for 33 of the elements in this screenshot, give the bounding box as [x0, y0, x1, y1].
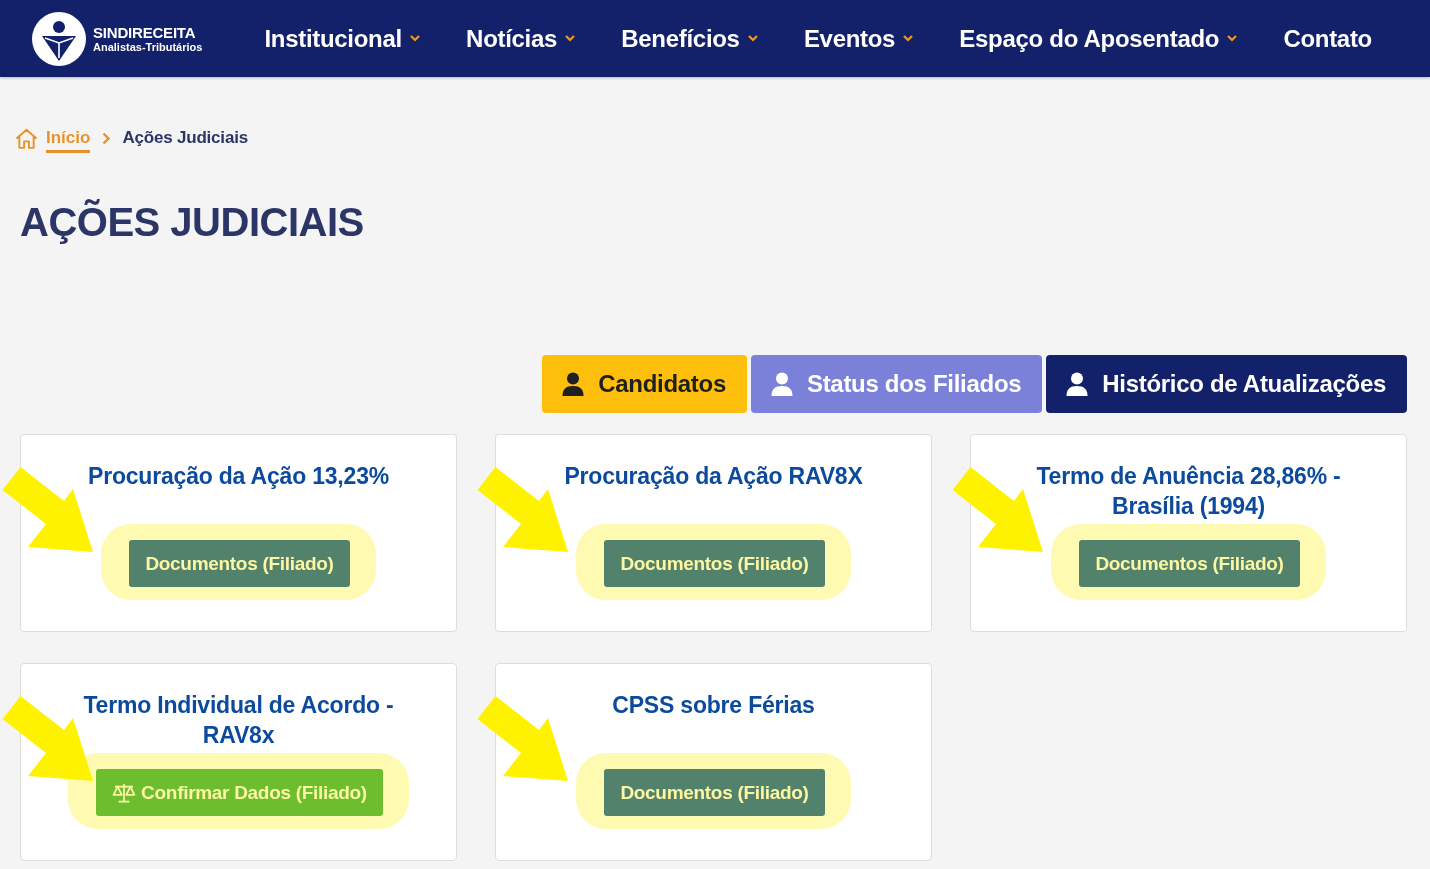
card-title: Procuração da Ação RAV8X — [564, 462, 863, 491]
chevron-right-icon — [102, 131, 111, 145]
breadcrumb-current: Ações Judiciais — [122, 128, 248, 148]
documents-button[interactable]: Documentos (Filiado) — [604, 540, 825, 587]
card-title: Procuração da Ação 13,23% — [88, 462, 389, 491]
card-title: Termo de Anuência 28,86% - Brasília (1994) — [1035, 462, 1342, 521]
nav-link[interactable]: Notícias — [466, 24, 576, 53]
nav-link[interactable]: Eventos — [803, 24, 914, 53]
scale-icon — [112, 782, 137, 803]
tab[interactable]: Status dos Filiados — [750, 355, 1043, 413]
nav-link[interactable]: Benefícios — [621, 24, 758, 53]
documents-button[interactable]: Documentos (Filiado) — [604, 769, 825, 816]
page-title: AÇÕES JUDICIAIS — [20, 198, 365, 246]
nav-link[interactable]: Espaço do Aposentado — [959, 24, 1238, 53]
logo-icon[interactable] — [32, 11, 86, 66]
caret-down-icon — [565, 35, 576, 42]
nav-link[interactable]: Contato — [1283, 24, 1372, 53]
person-icon — [562, 372, 585, 396]
nav-link[interactable]: Institucional — [264, 24, 420, 53]
caret-down-icon — [1227, 35, 1238, 42]
tab[interactable]: Candidatos — [542, 355, 747, 413]
person-icon — [770, 372, 793, 396]
person-icon — [1066, 372, 1089, 396]
tab[interactable]: Histórico de Atualizações — [1046, 355, 1407, 413]
caret-down-icon — [903, 35, 914, 42]
brand-subtitle: Analistas-Tributários — [93, 40, 203, 54]
documents-button[interactable]: Documentos (Filiado) — [1079, 540, 1300, 587]
caret-down-icon — [409, 35, 420, 42]
card-title: Termo Individual de Acordo - RAV8x — [82, 691, 395, 750]
brand-name: SINDIRECEITA — [93, 23, 197, 41]
documents-button[interactable]: Documentos (Filiado) — [129, 540, 350, 587]
card-title: CPSS sobre Férias — [612, 691, 815, 720]
caret-down-icon — [747, 35, 758, 42]
